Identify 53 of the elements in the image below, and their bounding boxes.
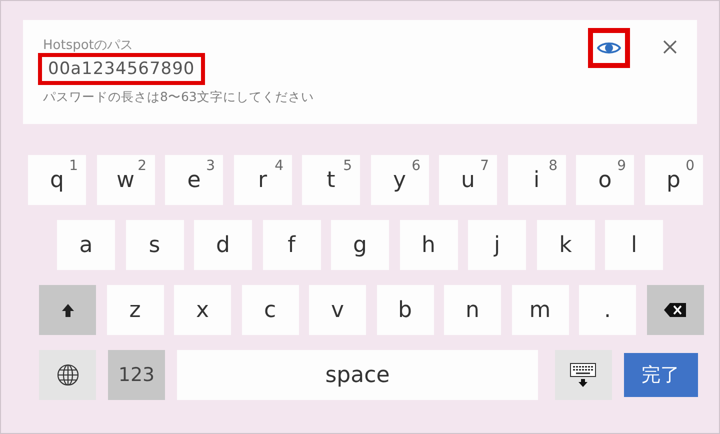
- numbers-key[interactable]: 123: [108, 350, 165, 400]
- letter-key[interactable]: b: [376, 285, 434, 335]
- letter-key[interactable]: f: [262, 220, 320, 270]
- alt-digit: 2: [138, 158, 146, 174]
- globe-icon: [56, 364, 78, 386]
- alt-digit: 6: [412, 158, 420, 174]
- letter-key[interactable]: l: [605, 220, 663, 270]
- letter-key[interactable]: g: [331, 220, 389, 270]
- letter-key[interactable]: t 5: [302, 155, 360, 205]
- letter-key[interactable]: d: [194, 220, 252, 270]
- letter-key[interactable]: h: [400, 220, 458, 270]
- hide-keyboard-key[interactable]: [554, 350, 612, 400]
- alt-digit: 7: [480, 158, 489, 174]
- length-hint: パスワードの長さは8〜63文字にしてください: [43, 89, 315, 106]
- backspace-key[interactable]: [646, 285, 704, 335]
- alt-digit: 1: [69, 158, 78, 174]
- alt-digit: 3: [206, 158, 215, 174]
- letter-key[interactable]: i 8: [508, 155, 566, 205]
- letter-key[interactable]: e 3: [165, 155, 223, 205]
- keyboard-hide-icon: [570, 363, 596, 387]
- letter-key[interactable]: s: [126, 220, 184, 270]
- letter-key[interactable]: .: [579, 285, 636, 335]
- letter-key[interactable]: q 1: [28, 155, 86, 205]
- backspace-icon: [664, 303, 686, 317]
- letter-key[interactable]: a: [57, 220, 115, 270]
- show-password-button[interactable]: [588, 28, 630, 68]
- eye-icon: [597, 40, 621, 56]
- letter-key[interactable]: x: [174, 285, 231, 335]
- letter-key[interactable]: y 6: [370, 155, 428, 205]
- letter-key[interactable]: v: [309, 285, 366, 335]
- done-button[interactable]: 完了: [624, 353, 698, 397]
- alt-digit: 9: [617, 158, 626, 174]
- alt-digit: 0: [686, 158, 694, 174]
- alt-digit: 8: [548, 158, 558, 174]
- password-value[interactable]: 00a1234567890: [38, 53, 205, 85]
- space-key[interactable]: space: [177, 350, 538, 400]
- letter-key[interactable]: r 4: [234, 155, 292, 205]
- shift-arrow-icon: [62, 304, 74, 316]
- language-key[interactable]: [39, 350, 96, 400]
- field-label: Hotspotのパス: [43, 38, 133, 53]
- letter-key[interactable]: c: [242, 285, 298, 335]
- close-icon: [663, 40, 677, 54]
- alt-digit: 4: [274, 158, 284, 174]
- letter-key[interactable]: m: [512, 285, 568, 335]
- letter-key[interactable]: z: [106, 285, 164, 335]
- letter-key[interactable]: n: [444, 285, 501, 335]
- alt-digit: 5: [343, 158, 352, 174]
- letter-key[interactable]: p 0: [644, 155, 702, 205]
- letter-key[interactable]: u 7: [439, 155, 497, 205]
- letter-key[interactable]: k: [536, 220, 594, 270]
- letter-key[interactable]: j: [468, 220, 526, 270]
- letter-key[interactable]: o 9: [576, 155, 634, 205]
- shift-key[interactable]: [39, 285, 96, 335]
